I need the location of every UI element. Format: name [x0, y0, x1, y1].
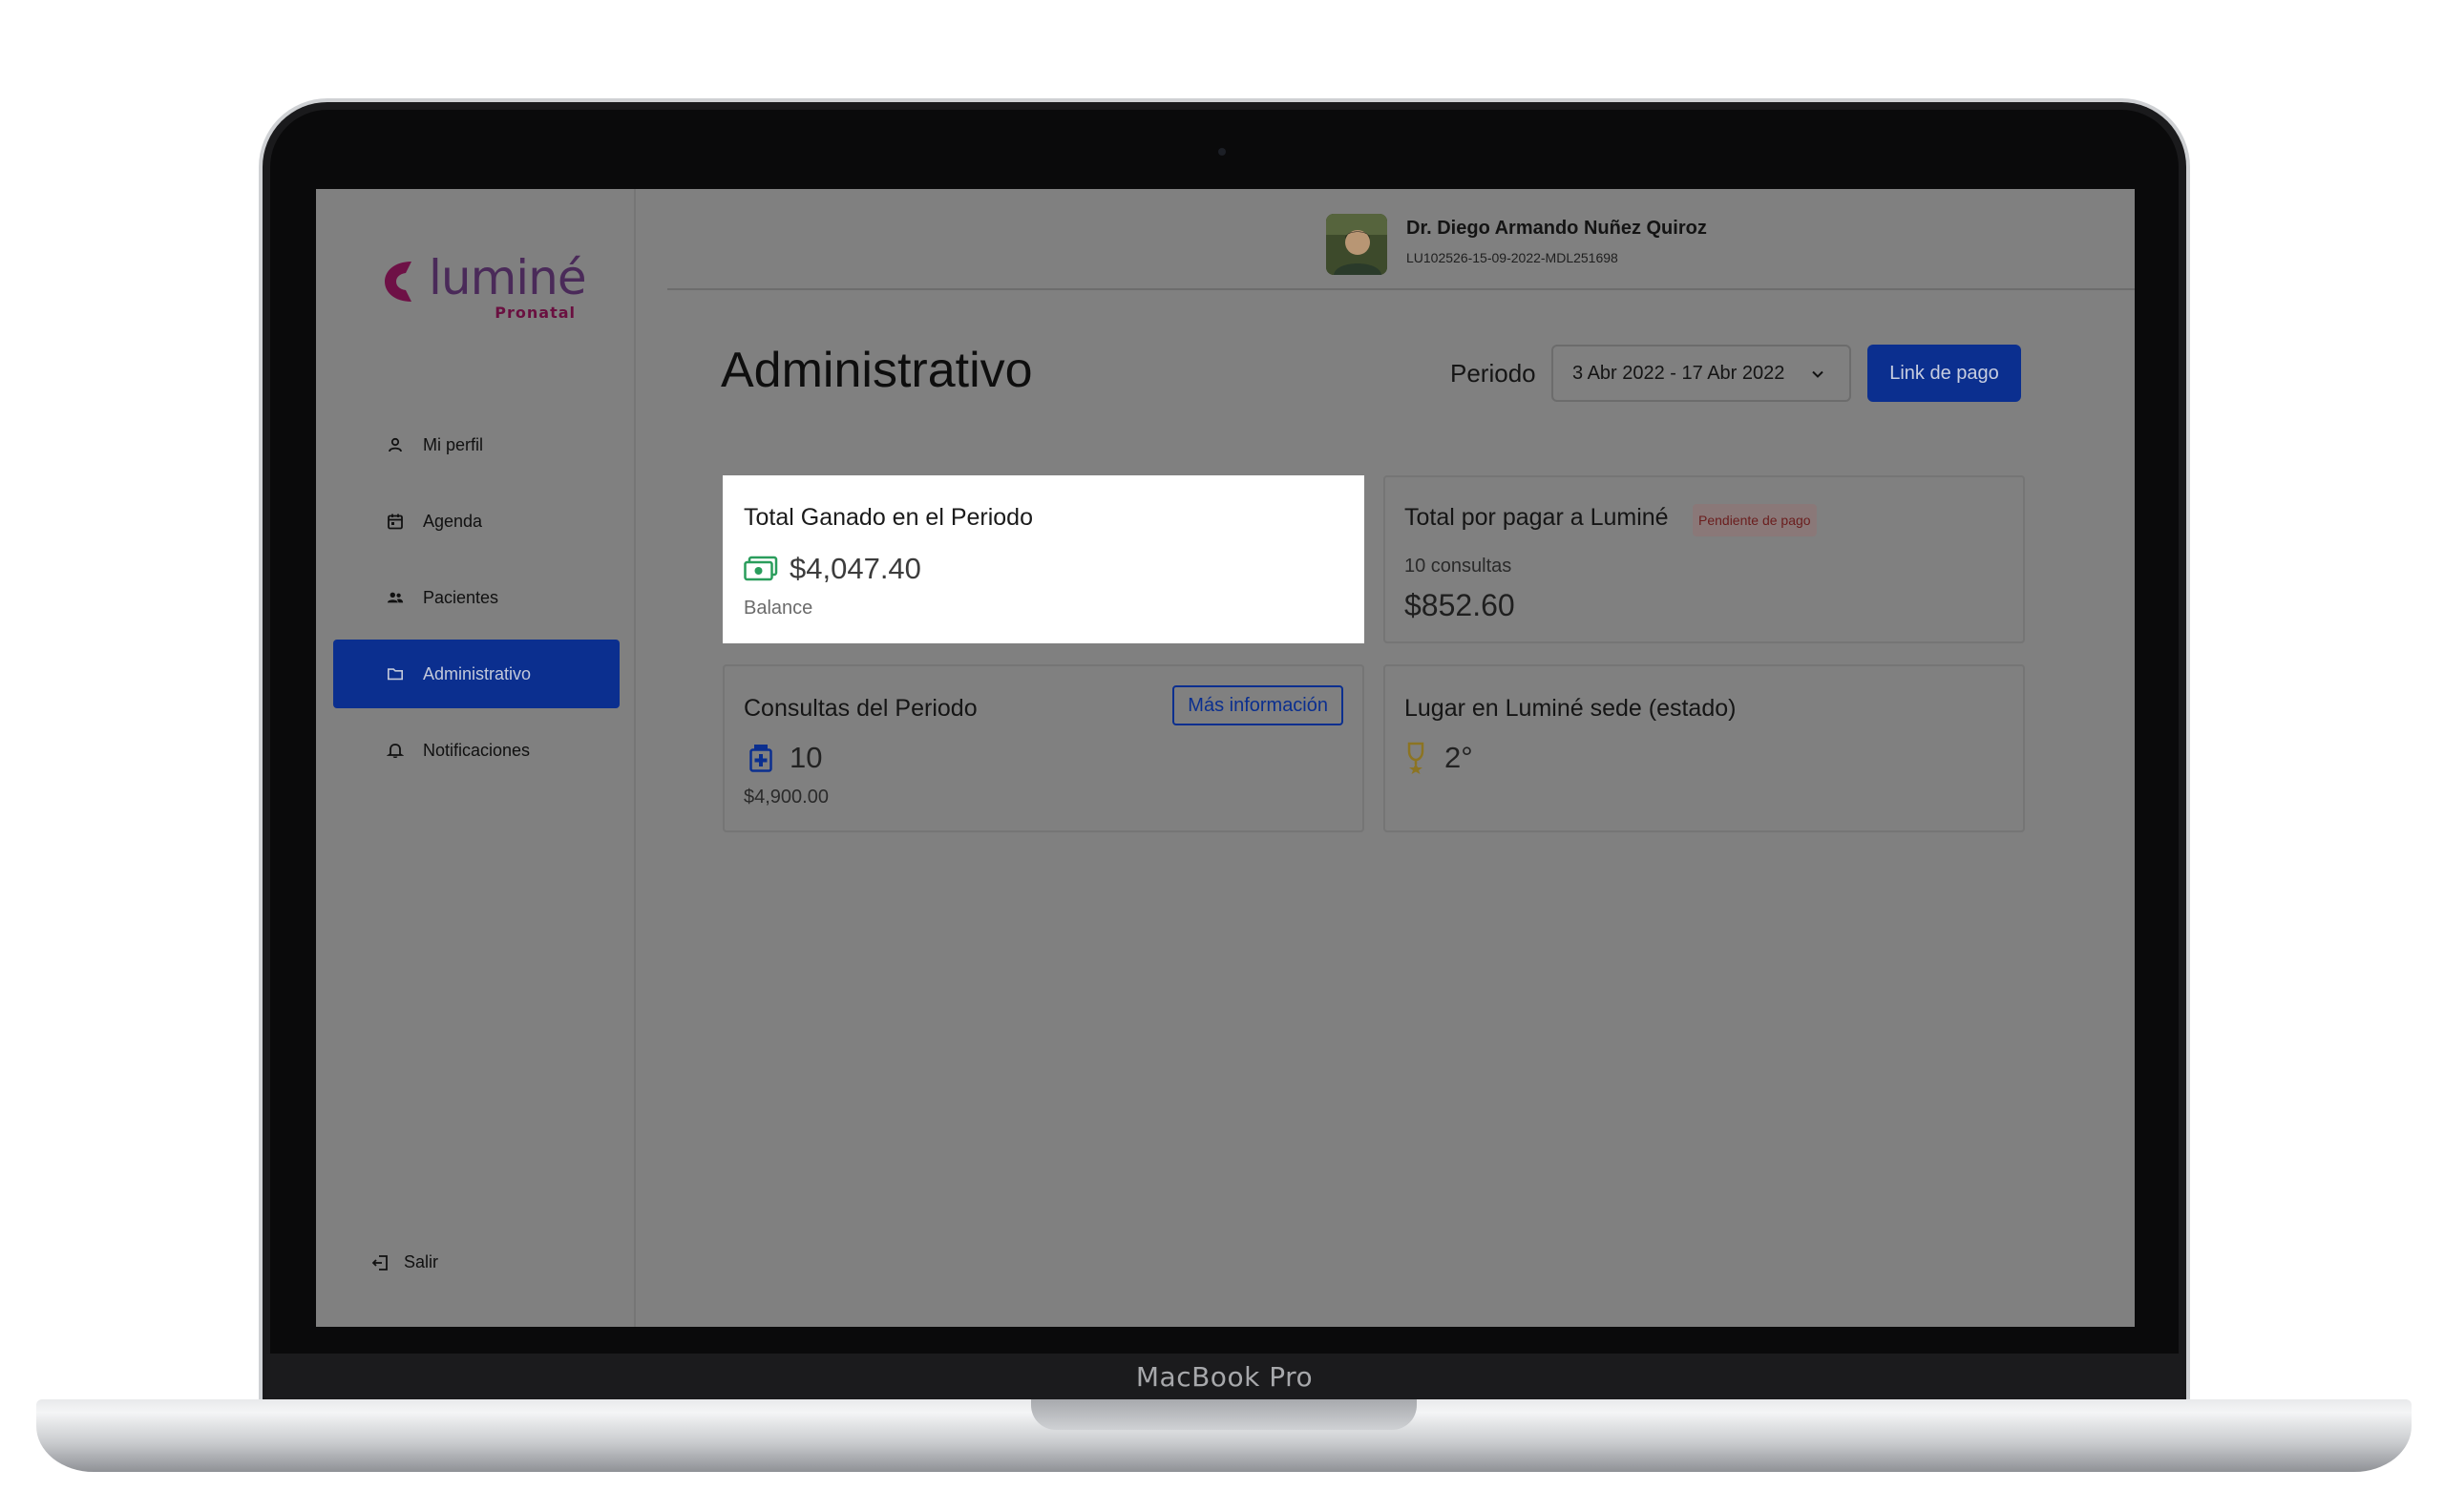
device-label: MacBook Pro	[1135, 1360, 1314, 1393]
more-info-button[interactable]: Más información	[1172, 685, 1343, 725]
consults-count-value: 10	[790, 741, 823, 774]
laptop-notch	[1031, 1399, 1417, 1430]
sidebar-item-mi-perfil[interactable]: Mi perfil	[333, 410, 620, 479]
brand-logo[interactable]: luminé Pronatal	[383, 250, 587, 323]
chevron-down-icon	[1812, 370, 1823, 378]
sidebar-item-agenda[interactable]: Agenda	[333, 487, 620, 556]
rank-value: 2°	[1444, 741, 1473, 774]
sidebar-nav: Mi perfil Agenda Pacientes Administrativ…	[333, 410, 620, 792]
card-total-earned: Total Ganado en el Periodo $4,047.40 Bal…	[723, 475, 1364, 643]
sidebar-item-label: Mi perfil	[423, 434, 484, 454]
sidebar-item-notificaciones[interactable]: Notificaciones	[333, 716, 620, 785]
sidebar-item-label: Agenda	[423, 511, 483, 531]
card-rank: Lugar en Luminé sede (estado) 2°	[1383, 664, 2025, 832]
amount-row: $4,047.40	[744, 552, 921, 586]
laptop-chin: MacBook Pro	[266, 1354, 2182, 1399]
user-name: Dr. Diego Armando Nuñez Quiroz	[1406, 218, 1707, 239]
trophy-icon	[1407, 742, 1424, 774]
brand-mark-icon	[385, 262, 411, 302]
consults-total: $4,900.00	[744, 787, 829, 808]
camera-dot	[1218, 148, 1226, 156]
period-label: Periodo	[1450, 359, 1536, 388]
amount-row: 10	[744, 741, 822, 775]
cash-icon	[744, 556, 778, 581]
amount-row: 2°	[1404, 741, 1473, 775]
to-pay-amount: $852.60	[1404, 588, 1515, 622]
sidebar-item-pacientes[interactable]: Pacientes	[333, 563, 620, 632]
logout-icon	[371, 1253, 390, 1272]
sidebar-item-label: Notificaciones	[423, 740, 531, 760]
top-bar	[667, 189, 2135, 290]
users-icon	[387, 589, 404, 606]
earned-sub: Balance	[744, 598, 813, 619]
logout-label: Salir	[404, 1252, 439, 1271]
medical-kit-icon	[749, 745, 772, 772]
calendar-icon	[387, 513, 404, 530]
bell-icon	[387, 742, 404, 759]
sidebar-item-administrativo[interactable]: Administrativo	[333, 640, 620, 708]
page-title: Administrativo	[721, 343, 1033, 398]
card-title: Consultas del Periodo	[744, 695, 978, 722]
card-title: Lugar en Luminé sede (estado)	[1404, 695, 1737, 722]
avatar[interactable]	[1326, 214, 1387, 275]
card-consults: Consultas del Periodo Más información 10…	[723, 664, 1364, 832]
card-title: Total Ganado en el Periodo	[744, 504, 1033, 531]
user-icon	[387, 436, 404, 453]
card-to-pay: Total por pagar a Luminé Pendiente de pa…	[1383, 475, 2025, 643]
period-select[interactable]: 3 Abr 2022 - 17 Abr 2022	[1551, 345, 1851, 402]
sidebar-item-label: Administrativo	[423, 663, 532, 683]
card-title: Total por pagar a Luminé	[1404, 504, 1669, 531]
brand-name: luminé	[429, 250, 587, 305]
payment-link-button[interactable]: Link de pago	[1867, 345, 2021, 402]
period-value: 3 Abr 2022 - 17 Abr 2022	[1572, 362, 1785, 384]
sidebar: luminé Pronatal Mi perfil Agenda Pacient…	[316, 189, 636, 1327]
status-badge: Pendiente de pago	[1693, 504, 1817, 536]
consults-count: 10 consultas	[1404, 556, 1512, 577]
app-screen: luminé Pronatal Mi perfil Agenda Pacient…	[316, 189, 2135, 1327]
logout-button[interactable]: Salir	[371, 1252, 438, 1272]
earned-amount: $4,047.40	[790, 552, 921, 585]
sidebar-item-label: Pacientes	[423, 587, 499, 607]
brand-sub: Pronatal	[495, 304, 576, 322]
folder-icon	[387, 665, 404, 682]
amount-row: $852.60	[1404, 588, 1515, 623]
user-id: LU102526-15-09-2022-MDL251698	[1406, 250, 1618, 265]
